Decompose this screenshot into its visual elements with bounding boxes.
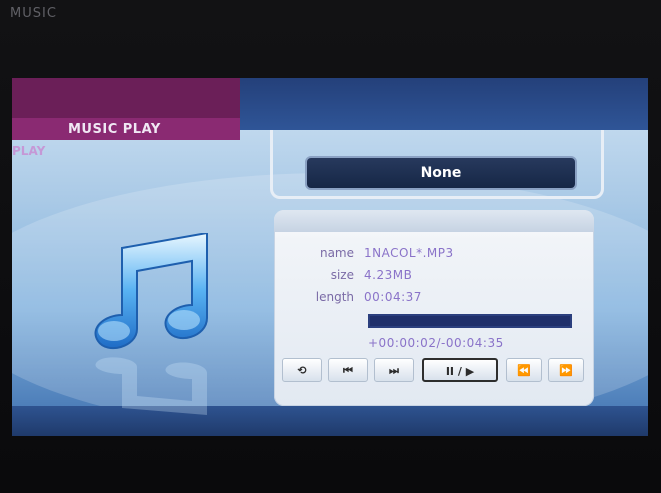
panel-header bbox=[274, 210, 594, 232]
playback-time: +00:00:02/-00:04:35 bbox=[368, 336, 504, 350]
previous-button[interactable]: ⏮ bbox=[328, 358, 368, 382]
tab-block bbox=[12, 78, 240, 118]
length-value: 00:04:37 bbox=[364, 290, 422, 304]
length-label: length bbox=[315, 290, 354, 304]
music-note-reflection bbox=[95, 357, 207, 415]
fast-forward-button[interactable]: ⏩ bbox=[548, 358, 584, 382]
top-faint-label: MUSIC bbox=[10, 6, 57, 21]
size-label: size bbox=[330, 268, 354, 282]
tab-subtitle: PLAY bbox=[12, 144, 46, 158]
name-value: 1NACOL*.MP3 bbox=[364, 246, 454, 260]
tab-music-play[interactable]: MUSIC PLAY bbox=[68, 122, 161, 137]
row-name: name 1NACOL*.MP3 bbox=[274, 246, 594, 266]
size-value: 4.23MB bbox=[364, 268, 413, 282]
row-size: size 4.23MB bbox=[274, 268, 594, 288]
row-length: length 00:04:37 bbox=[274, 290, 594, 310]
music-note-icon bbox=[94, 233, 208, 350]
progress-bar[interactable] bbox=[368, 314, 572, 328]
rewind-button[interactable]: ⏪ bbox=[506, 358, 542, 382]
name-label: name bbox=[319, 246, 354, 260]
play-pause-button[interactable]: II / ▶ bbox=[422, 358, 498, 382]
playback-controls: ⟲ ⏮ ⏭ II / ▶ ⏪ ⏩ bbox=[282, 358, 586, 384]
tv-screen: MUSIC PLAY PLAY None name 1NACOL*.MP3 si… bbox=[12, 78, 648, 436]
repeat-button[interactable]: ⟲ bbox=[282, 358, 322, 382]
device-select-button[interactable]: None bbox=[305, 156, 577, 190]
next-button[interactable]: ⏭ bbox=[374, 358, 414, 382]
